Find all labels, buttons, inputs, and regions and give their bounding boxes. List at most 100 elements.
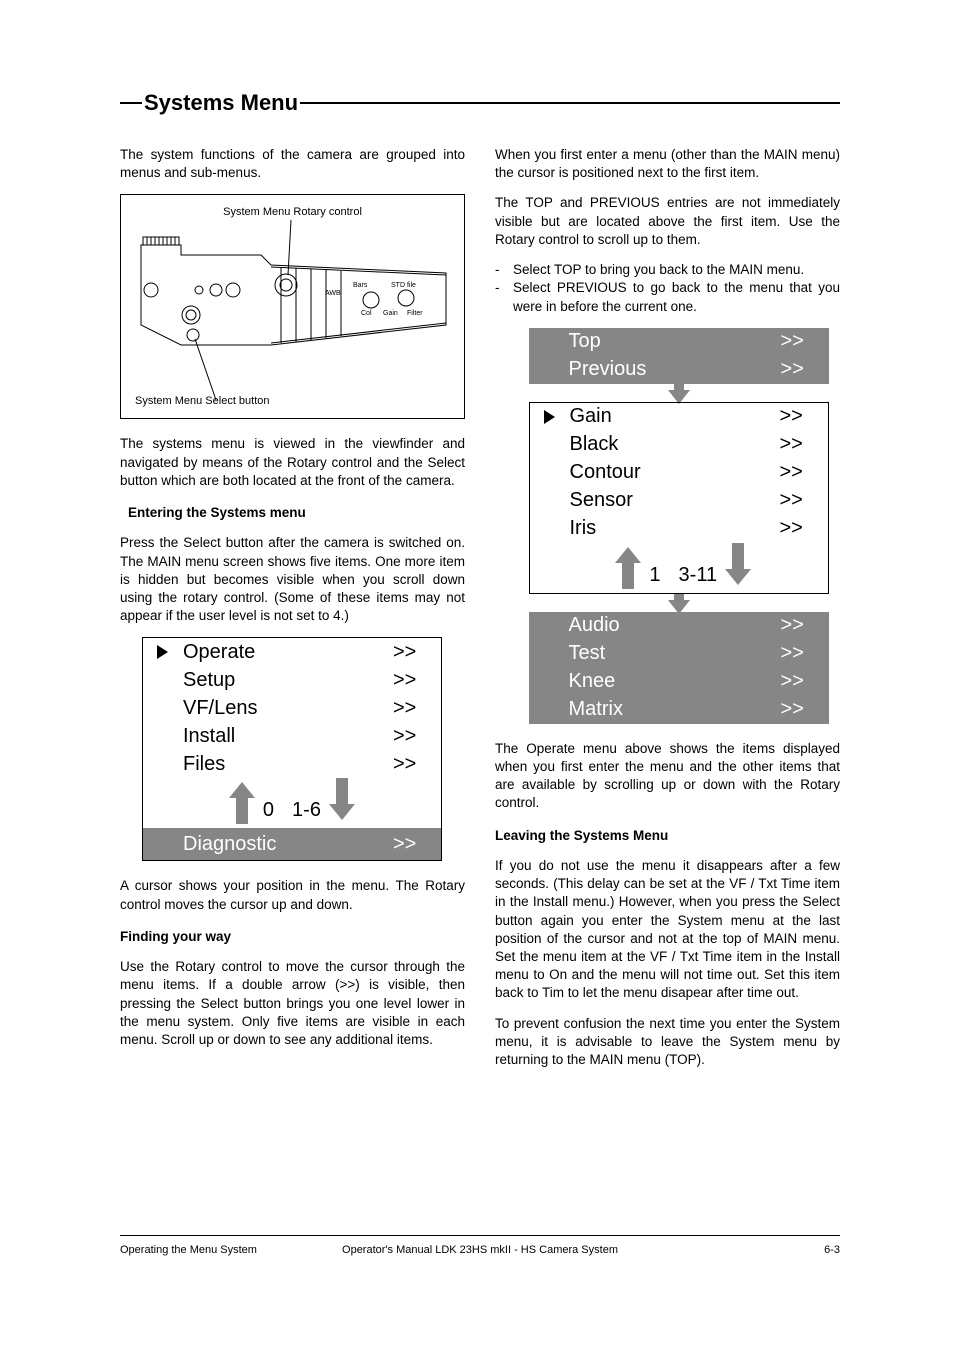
arrow-down-icon: [327, 778, 357, 824]
submenu-arrow: >>: [781, 668, 829, 695]
svg-text:Gain: Gain: [383, 310, 398, 317]
page-from: 0: [257, 797, 274, 824]
paragraph-leaving-2: To prevent confusion the next time you e…: [495, 1015, 840, 1070]
heading-rule-right: [300, 102, 840, 104]
paragraph-entering: Press the Select button after the camera…: [120, 534, 465, 625]
left-column: The system functions of the camera are g…: [120, 146, 465, 1081]
bullet-dash: -: [495, 261, 503, 279]
section-title: Systems Menu: [142, 90, 300, 116]
arrow-down-icon: [723, 543, 753, 589]
submenu-arrow: >>: [781, 612, 829, 639]
menu-item: Black >>: [530, 431, 828, 459]
footer-right: 6-3: [660, 1244, 840, 1256]
section-heading: Systems Menu: [120, 90, 840, 116]
menu-item-label: Sensor: [556, 487, 780, 514]
submenu-arrow: >>: [393, 695, 441, 722]
cursor-icon: [544, 410, 555, 424]
menu-item: Operate >>: [143, 638, 441, 666]
bullet-text: Select PREVIOUS to go back to the menu t…: [513, 279, 840, 315]
operate-menu-display: Gain >> Black >> Contour >> Sensor >>: [529, 402, 829, 594]
submenu-arrow: >>: [781, 356, 829, 383]
submenu-arrow: >>: [781, 640, 829, 667]
submenu-arrow: >>: [780, 459, 828, 486]
menu-item: Files >>: [143, 750, 441, 778]
menu-item: VF/Lens >>: [143, 694, 441, 722]
menu-item-hidden: Diagnostic >>: [143, 828, 441, 860]
main-menu-display: Operate >> Setup >> VF/Lens >> Install >…: [142, 637, 442, 861]
menu-item-label: Test: [555, 640, 781, 667]
menu-item: Contour >>: [530, 459, 828, 487]
submenu-arrow: >>: [781, 328, 829, 355]
camera-diagram: System Menu Rotary control: [120, 194, 465, 419]
menu-item-hidden: Test >>: [529, 640, 829, 668]
operate-menu-hidden-below: Audio >> Test >> Knee >> Matrix >>: [529, 612, 829, 724]
paragraph-top-previous: The TOP and PREVIOUS entries are not imm…: [495, 194, 840, 249]
page-to: 1-6: [292, 797, 321, 824]
menu-paging: 0 1-6: [143, 778, 441, 828]
menu-item-hidden: Matrix >>: [529, 696, 829, 724]
menu-item-hidden: Knee >>: [529, 668, 829, 696]
menu-item: Install >>: [143, 722, 441, 750]
menu-item: Sensor >>: [530, 487, 828, 515]
submenu-arrow: >>: [393, 751, 441, 778]
submenu-arrow: >>: [780, 403, 828, 430]
submenu-arrow: >>: [393, 831, 441, 858]
submenu-arrow: >>: [393, 723, 441, 750]
page-from: 1: [643, 562, 660, 589]
menu-item-hidden: Previous >>: [529, 356, 829, 384]
page-footer: Operating the Menu System Operator's Man…: [120, 1235, 840, 1256]
svg-text:Filter: Filter: [407, 310, 423, 317]
menu-item-hidden: Audio >>: [529, 612, 829, 640]
operate-menu-hidden-above: Top >> Previous >>: [529, 328, 829, 384]
menu-item-label: Top: [555, 328, 781, 355]
menu-item-label: Diagnostic: [169, 831, 393, 858]
viewfinder-paragraph: The systems menu is viewed in the viewfi…: [120, 435, 465, 490]
bullet-text: Select TOP to bring you back to the MAIN…: [513, 261, 840, 279]
menu-item-label: Previous: [555, 356, 781, 383]
menu-item-label: Gain: [556, 403, 780, 430]
paragraph-operate: The Operate menu above shows the items d…: [495, 740, 840, 813]
menu-item-label: Contour: [556, 459, 780, 486]
svg-text:STD file: STD file: [391, 282, 416, 289]
menu-item-label: Audio: [555, 612, 781, 639]
paragraph-first-enter: When you first enter a menu (other than …: [495, 146, 840, 182]
menu-item-label: Knee: [555, 668, 781, 695]
submenu-arrow: >>: [781, 696, 829, 723]
svg-text:AWB: AWB: [325, 290, 341, 297]
arrow-up-icon: [613, 543, 643, 589]
menu-item-label: VF/Lens: [169, 695, 393, 722]
heading-rule-left: [120, 102, 142, 104]
svg-text:Bars: Bars: [353, 282, 368, 289]
submenu-arrow: >>: [393, 667, 441, 694]
submenu-arrow: >>: [780, 515, 828, 542]
bullet-list: -Select TOP to bring you back to the MAI…: [495, 261, 840, 316]
bullet-dash: -: [495, 279, 503, 315]
submenu-arrow: >>: [780, 487, 828, 514]
menu-item: Setup >>: [143, 666, 441, 694]
intro-paragraph: The system functions of the camera are g…: [120, 146, 465, 182]
menu-item-label: Install: [169, 723, 393, 750]
paragraph-leaving-1: If you do not use the menu it disappears…: [495, 857, 840, 1003]
menu-item-label: Matrix: [555, 696, 781, 723]
camera-line-art: Bars STD file Col Gain Filter AWB: [121, 195, 466, 420]
heading-finding: Finding your way: [120, 928, 465, 946]
footer-center: Operator's Manual LDK 23HS mkII - HS Cam…: [300, 1244, 660, 1256]
right-column: When you first enter a menu (other than …: [495, 146, 840, 1081]
heading-leaving: Leaving the Systems Menu: [495, 827, 840, 845]
menu-item-label: Iris: [556, 515, 780, 542]
menu-paging: 1 3-11: [530, 543, 828, 593]
heading-entering: Entering the Systems menu: [120, 504, 465, 522]
submenu-arrow: >>: [780, 431, 828, 458]
menu-item-hidden: Top >>: [529, 328, 829, 356]
footer-left: Operating the Menu System: [120, 1244, 300, 1256]
menu-item-label: Black: [556, 431, 780, 458]
menu-item-label: Setup: [169, 667, 393, 694]
menu-item-label: Files: [169, 751, 393, 778]
submenu-arrow: >>: [393, 639, 441, 666]
cursor-icon: [157, 645, 168, 659]
menu-item: Gain >>: [530, 403, 828, 431]
cursor-paragraph: A cursor shows your position in the menu…: [120, 877, 465, 913]
paragraph-finding: Use the Rotary control to move the curso…: [120, 958, 465, 1049]
page-to: 3-11: [679, 562, 718, 589]
menu-item: Iris >>: [530, 515, 828, 543]
